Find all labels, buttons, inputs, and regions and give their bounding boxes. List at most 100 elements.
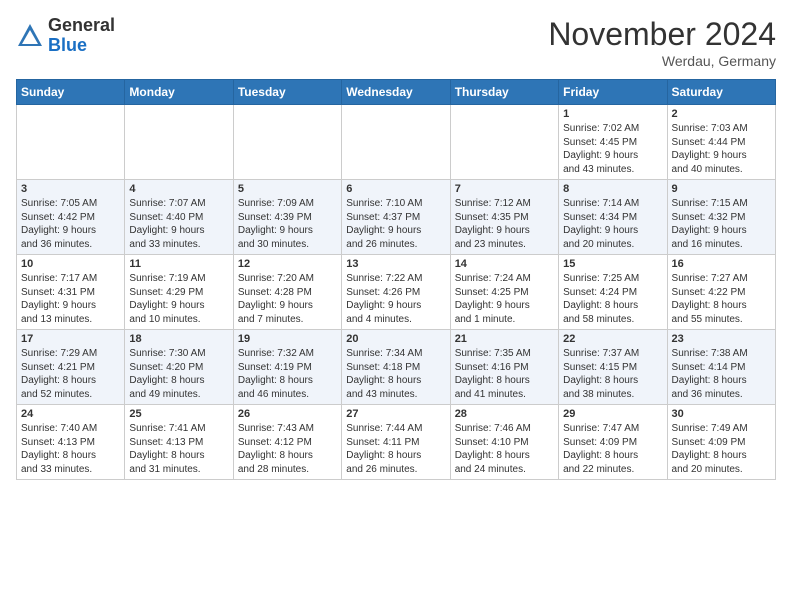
calendar-cell: 20 Sunrise: 7:34 AM Sunset: 4:18 PM Dayli… — [342, 330, 450, 405]
day-info: Sunrise: 7:32 AM Sunset: 4:19 PM Dayligh… — [238, 347, 337, 401]
day-info: Sunrise: 7:27 AM Sunset: 4:22 PM Dayligh… — [672, 272, 771, 326]
calendar-cell: 10 Sunrise: 7:17 AM Sunset: 4:31 PM Dayli… — [17, 255, 125, 330]
day-number: 16 — [672, 258, 771, 270]
day-info: Sunrise: 7:41 AM Sunset: 4:13 PM Dayligh… — [129, 422, 228, 476]
calendar-week-row: 3 Sunrise: 7:05 AM Sunset: 4:42 PM Daylig… — [17, 180, 776, 255]
day-info: Sunrise: 7:47 AM Sunset: 4:09 PM Dayligh… — [563, 422, 662, 476]
calendar-week-row: 24Sunrise: 7:40 AM Sunset: 4:13 PM Dayli… — [17, 405, 776, 480]
logo-icon — [16, 22, 44, 50]
day-info: Sunrise: 7:05 AM Sunset: 4:42 PM Dayligh… — [21, 197, 120, 251]
calendar-cell: 4 Sunrise: 7:07 AM Sunset: 4:40 PM Daylig… — [125, 180, 233, 255]
day-number: 17 — [21, 333, 120, 345]
calendar-cell: 1 Sunrise: 7:02 AM Sunset: 4:45 PM Daylig… — [559, 105, 667, 180]
calendar-cell: 7 Sunrise: 7:12 AM Sunset: 4:35 PM Daylig… — [450, 180, 558, 255]
page-header: General Blue November 2024 Werdau, Germa… — [16, 16, 776, 69]
logo-general-text: General — [48, 15, 115, 35]
day-info: Sunrise: 7:12 AM Sunset: 4:35 PM Dayligh… — [455, 197, 554, 251]
calendar-cell — [233, 105, 341, 180]
calendar-cell: 16 Sunrise: 7:27 AM Sunset: 4:22 PM Dayli… — [667, 255, 775, 330]
day-info: Sunrise: 7:17 AM Sunset: 4:31 PM Dayligh… — [21, 272, 120, 326]
day-number: 1 — [563, 108, 662, 120]
day-number: 28 — [455, 408, 554, 420]
day-number: 12 — [238, 258, 337, 270]
day-number: 22 — [563, 333, 662, 345]
title-block: November 2024 Werdau, Germany — [548, 16, 776, 69]
day-info: Sunrise: 7:22 AM Sunset: 4:26 PM Dayligh… — [346, 272, 445, 326]
day-info: Sunrise: 7:02 AM Sunset: 4:45 PM Dayligh… — [563, 122, 662, 176]
day-number: 20 — [346, 333, 445, 345]
calendar-cell: 19 Sunrise: 7:32 AM Sunset: 4:19 PM Dayli… — [233, 330, 341, 405]
day-number: 21 — [455, 333, 554, 345]
day-info: Sunrise: 7:49 AM Sunset: 4:09 PM Dayligh… — [672, 422, 771, 476]
day-number: 10 — [21, 258, 120, 270]
calendar-day-header: Tuesday — [233, 80, 341, 105]
day-number: 19 — [238, 333, 337, 345]
calendar-cell: 8 Sunrise: 7:14 AM Sunset: 4:34 PM Daylig… — [559, 180, 667, 255]
calendar-cell: 27Sunrise: 7:44 AM Sunset: 4:11 PM Dayli… — [342, 405, 450, 480]
day-info: Sunrise: 7:25 AM Sunset: 4:24 PM Dayligh… — [563, 272, 662, 326]
day-info: Sunrise: 7:14 AM Sunset: 4:34 PM Dayligh… — [563, 197, 662, 251]
day-number: 26 — [238, 408, 337, 420]
calendar-cell: 28 Sunrise: 7:46 AM Sunset: 4:10 PM Dayli… — [450, 405, 558, 480]
calendar-cell: 23Sunrise: 7:38 AM Sunset: 4:14 PM Dayli… — [667, 330, 775, 405]
day-number: 15 — [563, 258, 662, 270]
calendar-day-header: Thursday — [450, 80, 558, 105]
day-number: 29 — [563, 408, 662, 420]
day-number: 30 — [672, 408, 771, 420]
calendar-table: SundayMondayTuesdayWednesdayThursdayFrid… — [16, 79, 776, 480]
day-info: Sunrise: 7:15 AM Sunset: 4:32 PM Dayligh… — [672, 197, 771, 251]
day-info: Sunrise: 7:40 AM Sunset: 4:13 PM Dayligh… — [21, 422, 120, 476]
day-info: Sunrise: 7:43 AM Sunset: 4:12 PM Dayligh… — [238, 422, 337, 476]
calendar-day-header: Saturday — [667, 80, 775, 105]
day-info: Sunrise: 7:03 AM Sunset: 4:44 PM Dayligh… — [672, 122, 771, 176]
calendar-week-row: 17 Sunrise: 7:29 AM Sunset: 4:21 PM Dayli… — [17, 330, 776, 405]
calendar-cell: 3 Sunrise: 7:05 AM Sunset: 4:42 PM Daylig… — [17, 180, 125, 255]
calendar-cell: 17 Sunrise: 7:29 AM Sunset: 4:21 PM Dayli… — [17, 330, 125, 405]
day-number: 3 — [21, 183, 120, 195]
day-info: Sunrise: 7:30 AM Sunset: 4:20 PM Dayligh… — [129, 347, 228, 401]
month-title: November 2024 — [548, 16, 776, 53]
day-info: Sunrise: 7:46 AM Sunset: 4:10 PM Dayligh… — [455, 422, 554, 476]
day-number: 25 — [129, 408, 228, 420]
calendar-cell: 2 Sunrise: 7:03 AM Sunset: 4:44 PM Daylig… — [667, 105, 775, 180]
day-info: Sunrise: 7:24 AM Sunset: 4:25 PM Dayligh… — [455, 272, 554, 326]
calendar-header-row: SundayMondayTuesdayWednesdayThursdayFrid… — [17, 80, 776, 105]
calendar-day-header: Sunday — [17, 80, 125, 105]
calendar-cell: 5Sunrise: 7:09 AM Sunset: 4:39 PM Daylig… — [233, 180, 341, 255]
calendar-cell: 29 Sunrise: 7:47 AM Sunset: 4:09 PM Dayli… — [559, 405, 667, 480]
day-number: 2 — [672, 108, 771, 120]
location: Werdau, Germany — [548, 53, 776, 69]
day-info: Sunrise: 7:38 AM Sunset: 4:14 PM Dayligh… — [672, 347, 771, 401]
calendar-cell — [342, 105, 450, 180]
day-number: 8 — [563, 183, 662, 195]
day-info: Sunrise: 7:20 AM Sunset: 4:28 PM Dayligh… — [238, 272, 337, 326]
day-number: 4 — [129, 183, 228, 195]
calendar-week-row: 1 Sunrise: 7:02 AM Sunset: 4:45 PM Daylig… — [17, 105, 776, 180]
calendar-cell: 30 Sunrise: 7:49 AM Sunset: 4:09 PM Dayli… — [667, 405, 775, 480]
calendar-cell: 9Sunrise: 7:15 AM Sunset: 4:32 PM Daylig… — [667, 180, 775, 255]
day-info: Sunrise: 7:37 AM Sunset: 4:15 PM Dayligh… — [563, 347, 662, 401]
calendar-cell: 21Sunrise: 7:35 AM Sunset: 4:16 PM Dayli… — [450, 330, 558, 405]
day-info: Sunrise: 7:34 AM Sunset: 4:18 PM Dayligh… — [346, 347, 445, 401]
day-info: Sunrise: 7:29 AM Sunset: 4:21 PM Dayligh… — [21, 347, 120, 401]
day-number: 6 — [346, 183, 445, 195]
calendar-cell: 13 Sunrise: 7:22 AM Sunset: 4:26 PM Dayli… — [342, 255, 450, 330]
calendar-cell: 26 Sunrise: 7:43 AM Sunset: 4:12 PM Dayli… — [233, 405, 341, 480]
day-number: 18 — [129, 333, 228, 345]
day-number: 13 — [346, 258, 445, 270]
logo-text: General Blue — [48, 16, 115, 56]
calendar-cell: 15 Sunrise: 7:25 AM Sunset: 4:24 PM Dayli… — [559, 255, 667, 330]
calendar-cell: 25 Sunrise: 7:41 AM Sunset: 4:13 PM Dayli… — [125, 405, 233, 480]
calendar-cell — [17, 105, 125, 180]
calendar-cell: 12 Sunrise: 7:20 AM Sunset: 4:28 PM Dayli… — [233, 255, 341, 330]
calendar-week-row: 10 Sunrise: 7:17 AM Sunset: 4:31 PM Dayli… — [17, 255, 776, 330]
day-number: 7 — [455, 183, 554, 195]
calendar-cell: 6 Sunrise: 7:10 AM Sunset: 4:37 PM Daylig… — [342, 180, 450, 255]
day-info: Sunrise: 7:10 AM Sunset: 4:37 PM Dayligh… — [346, 197, 445, 251]
day-info: Sunrise: 7:09 AM Sunset: 4:39 PM Dayligh… — [238, 197, 337, 251]
day-info: Sunrise: 7:19 AM Sunset: 4:29 PM Dayligh… — [129, 272, 228, 326]
calendar-cell: 22 Sunrise: 7:37 AM Sunset: 4:15 PM Dayli… — [559, 330, 667, 405]
calendar-cell: 24Sunrise: 7:40 AM Sunset: 4:13 PM Dayli… — [17, 405, 125, 480]
day-info: Sunrise: 7:07 AM Sunset: 4:40 PM Dayligh… — [129, 197, 228, 251]
calendar-cell: 18 Sunrise: 7:30 AM Sunset: 4:20 PM Dayli… — [125, 330, 233, 405]
